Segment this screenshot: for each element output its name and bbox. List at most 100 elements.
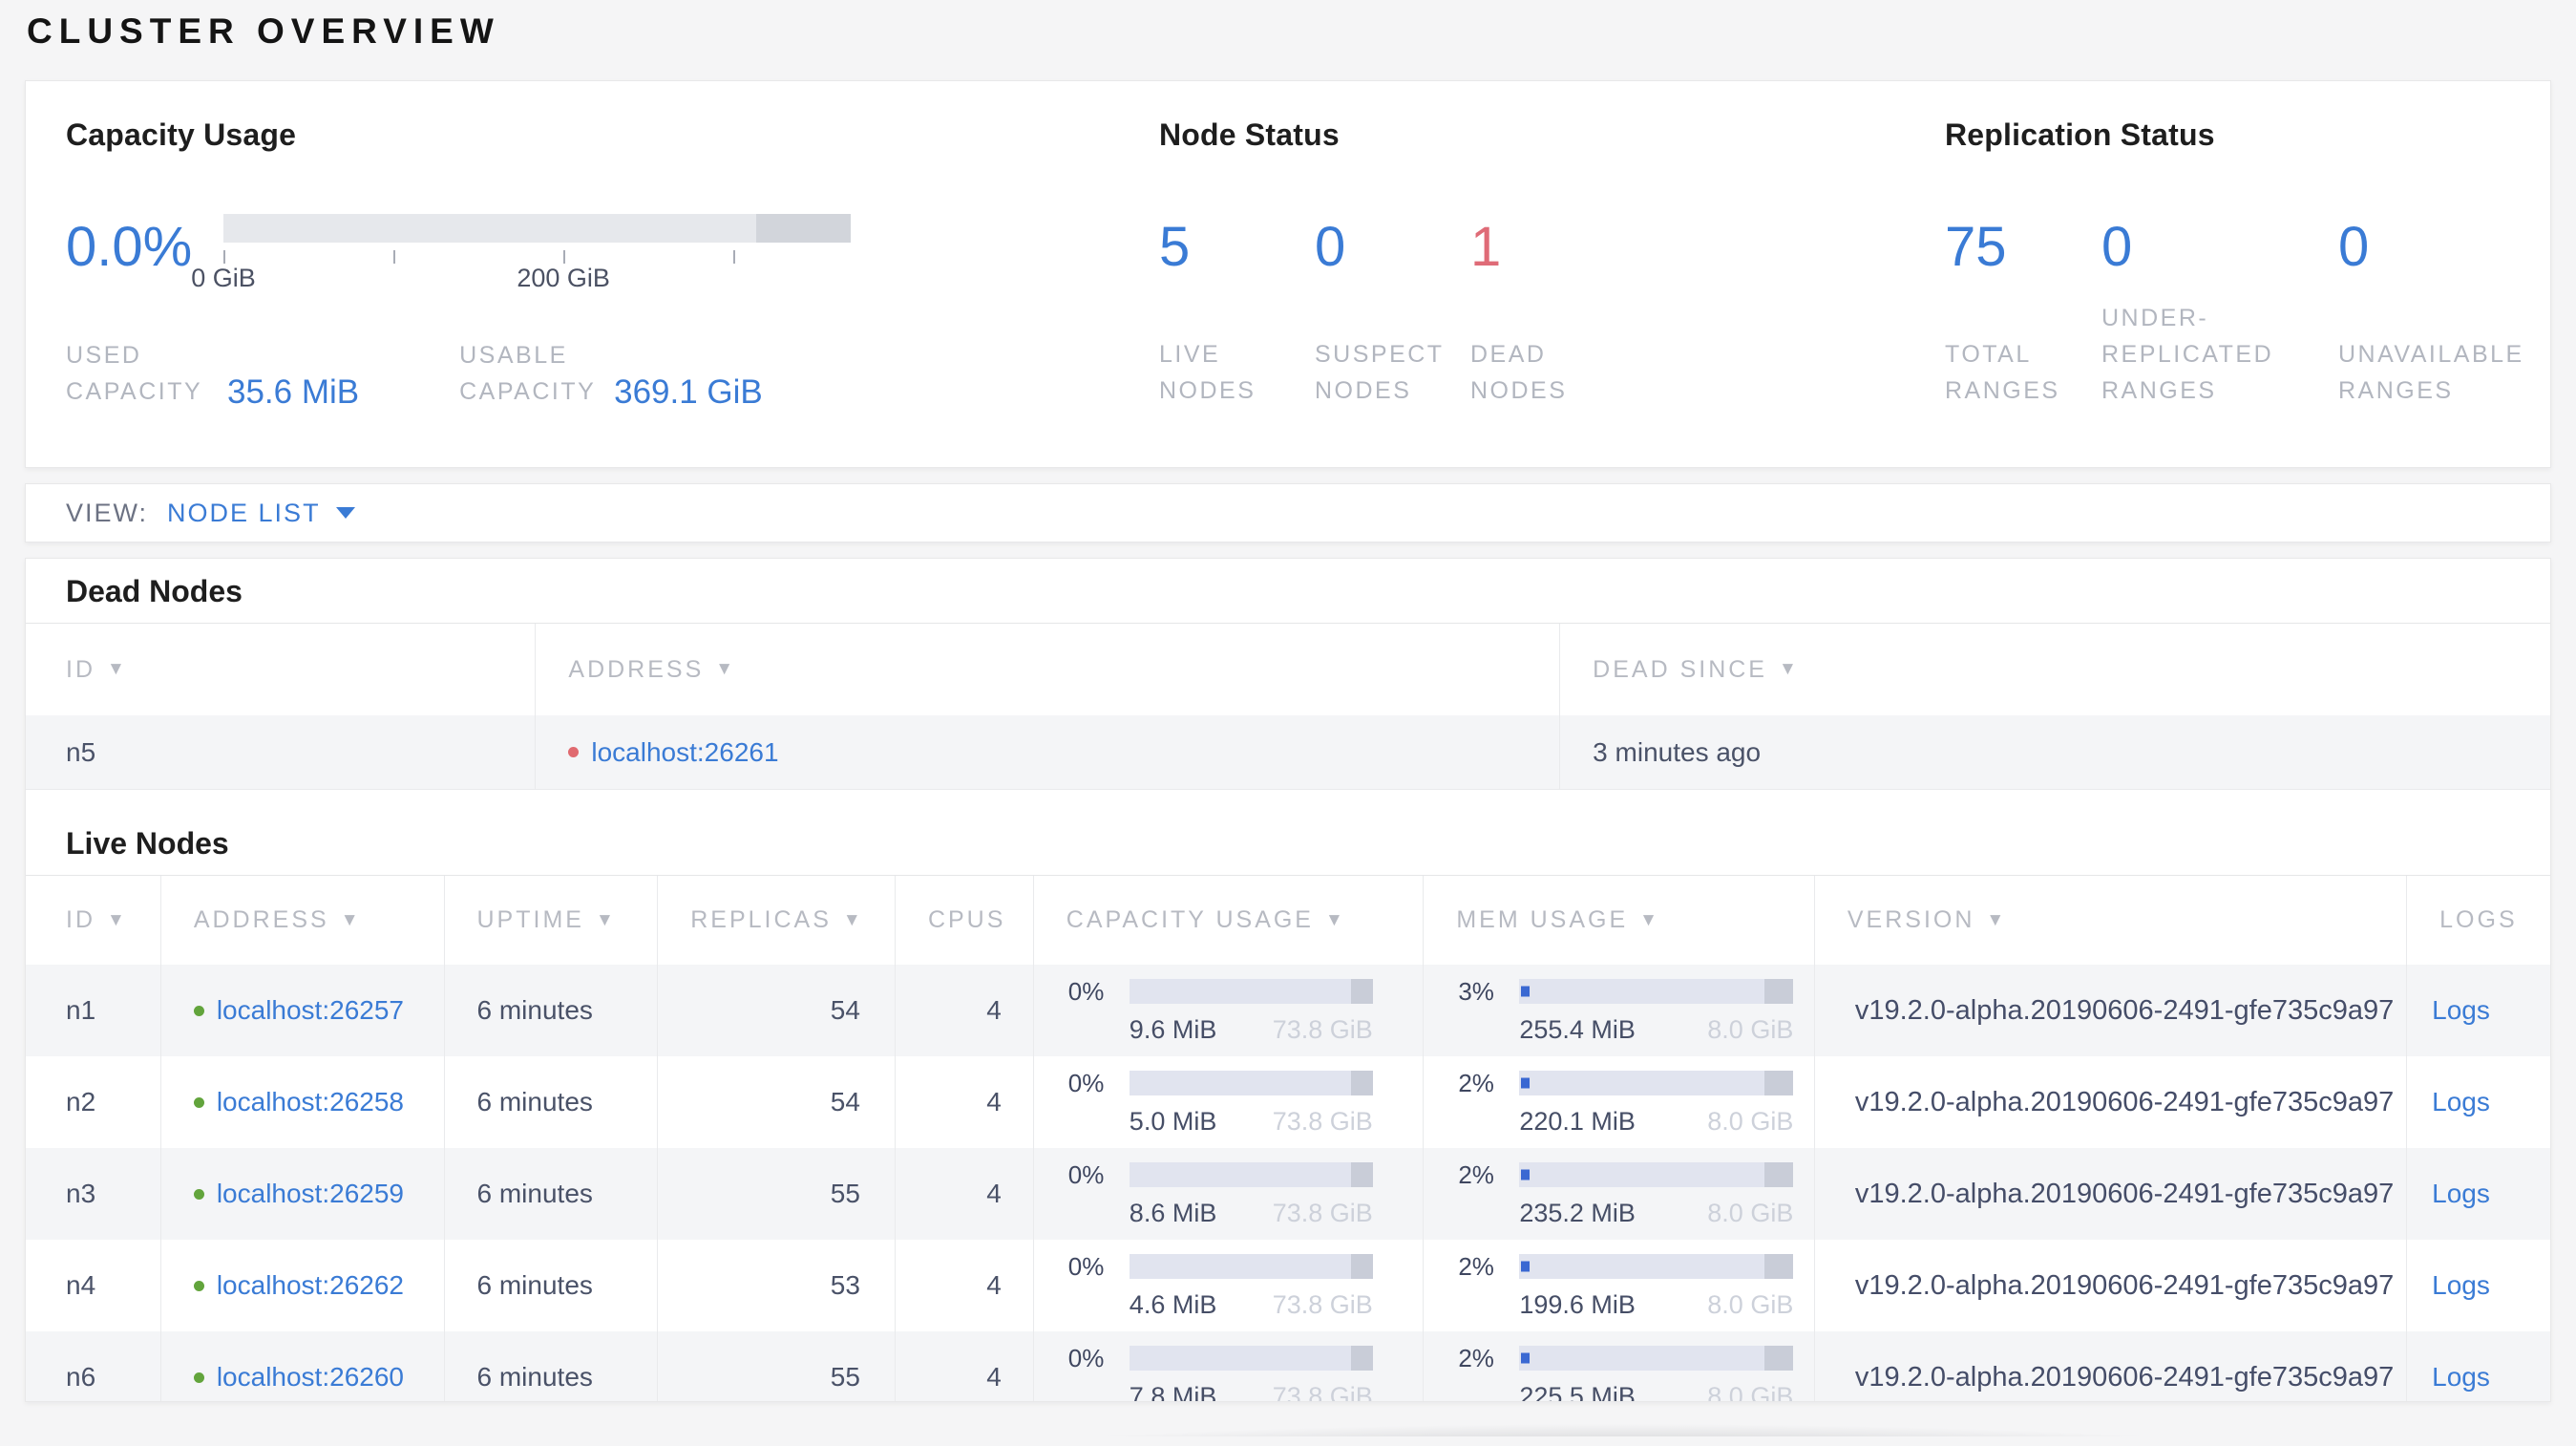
sort-icon: ▼ xyxy=(1778,659,1800,679)
node-version: v19.2.0-alpha.20190606-2491-gfe735c9a97 xyxy=(1814,1056,2408,1148)
mem-used-value: 225.5 MiB xyxy=(1519,1381,1636,1402)
mem-total-value: 8.0 GiB xyxy=(1707,1289,1794,1319)
node-mem-usage-cell: 2% 199.6 MiB 8.0 GiB xyxy=(1424,1240,1815,1331)
suspect-nodes-metric: 0 SUSPECT NODES xyxy=(1315,214,1470,409)
mem-usage-bar xyxy=(1519,979,1794,1004)
live-col-header-id[interactable]: ID ▼ xyxy=(26,876,161,965)
capacity-usage-bar xyxy=(1129,1254,1373,1279)
dead-nodes-metric: 1 DEAD NODES xyxy=(1470,214,1626,409)
dead-nodes-count: 1 xyxy=(1470,216,1502,278)
mem-usage-bar xyxy=(1519,1071,1794,1095)
suspect-nodes-count: 0 xyxy=(1315,216,1346,278)
dead-col-header-address[interactable]: ADDRESS ▼ xyxy=(536,624,1561,715)
capacity-axis-ticks xyxy=(223,243,851,264)
node-address-cell: localhost:26259 xyxy=(160,1148,445,1240)
node-version: v19.2.0-alpha.20190606-2491-gfe735c9a97 xyxy=(1814,1331,2408,1401)
node-replicas: 54 xyxy=(658,1056,896,1148)
node-uptime: 6 minutes xyxy=(444,1056,659,1148)
dead-node-row: n5 localhost:26261 3 minutes ago xyxy=(26,715,2550,790)
sort-icon: ▼ xyxy=(715,659,737,679)
sort-icon: ▼ xyxy=(107,909,128,930)
logs-link[interactable]: Logs xyxy=(2432,1087,2490,1117)
live-node-row: n6 localhost:26260 6 minutes 55 4 0% 7.8… xyxy=(26,1331,2550,1402)
node-address-link[interactable]: localhost:26259 xyxy=(217,1179,404,1209)
live-col-header-uptime[interactable]: UPTIME ▼ xyxy=(445,876,659,965)
capacity-tick-label-200: 200 GiB xyxy=(517,264,610,292)
node-status-section: Node Status 5 LIVE NODES 0 SUSPECT NODES… xyxy=(1159,117,1945,467)
live-nodes-label: LIVE NODES xyxy=(1159,341,1256,404)
node-address-cell: localhost:26260 xyxy=(160,1331,445,1401)
node-cpus: 4 xyxy=(895,1148,1034,1240)
live-col-header-version[interactable]: VERSION ▼ xyxy=(1815,876,2408,965)
capacity-total-value: 73.8 GiB xyxy=(1272,1381,1373,1402)
sort-icon: ▼ xyxy=(842,909,864,930)
capacity-used-value: 8.6 MiB xyxy=(1129,1198,1217,1227)
total-ranges-count: 75 xyxy=(1945,216,2007,278)
live-col-header-mem-usage[interactable]: MEM USAGE ▼ xyxy=(1424,876,1815,965)
capacity-bar: 0 GiB 200 GiB xyxy=(191,214,851,292)
unavailable-ranges-count: 0 xyxy=(2338,216,2370,278)
capacity-tick-label-0: 0 GiB xyxy=(191,264,256,292)
view-bar: VIEW: NODE LIST xyxy=(25,483,2551,542)
node-address-link[interactable]: localhost:26262 xyxy=(217,1270,404,1301)
node-logs-cell: Logs xyxy=(2407,1240,2550,1331)
dead-node-address-link[interactable]: localhost:26261 xyxy=(591,737,778,768)
live-nodes-table-header: ID ▼ ADDRESS ▼ UPTIME ▼ REPLICAS ▼ CPUS CAPA… xyxy=(26,875,2550,965)
node-uptime: 6 minutes xyxy=(444,1148,659,1240)
live-node-dot-icon xyxy=(193,1280,204,1291)
node-id: n2 xyxy=(26,1056,161,1148)
node-cpus: 4 xyxy=(895,1240,1034,1331)
node-id: n6 xyxy=(26,1331,161,1401)
total-ranges-label: TOTAL RANGES xyxy=(1945,341,2060,404)
mem-pct: 3% xyxy=(1458,976,1494,1006)
node-address-link[interactable]: localhost:26257 xyxy=(217,995,404,1026)
live-node-dot-icon xyxy=(193,1096,204,1108)
node-capacity-usage-cell: 0% 7.8 MiB 73.8 GiB xyxy=(1033,1331,1425,1402)
dead-nodes-table-header: ID ▼ ADDRESS ▼ DEAD SINCE ▼ xyxy=(26,623,2550,715)
live-nodes-count: 5 xyxy=(1159,216,1191,278)
logs-link[interactable]: Logs xyxy=(2432,1362,2490,1393)
suspect-nodes-label: SUSPECT NODES xyxy=(1315,341,1445,404)
cluster-summary-card: Capacity Usage 0.0% 0 GiB 200 GiB USED C… xyxy=(25,80,2551,468)
mem-pct: 2% xyxy=(1458,1159,1494,1189)
logs-link[interactable]: Logs xyxy=(2432,1179,2490,1209)
logs-link[interactable]: Logs xyxy=(2432,995,2490,1026)
live-col-header-address[interactable]: ADDRESS ▼ xyxy=(161,876,445,965)
capacity-pct: 0% xyxy=(1067,1068,1105,1097)
node-address-link[interactable]: localhost:26258 xyxy=(217,1087,404,1117)
live-node-row: n2 localhost:26258 6 minutes 54 4 0% 5.0… xyxy=(26,1056,2550,1148)
used-capacity-label: USED CAPACITY xyxy=(66,342,203,405)
capacity-used-value: 5.0 MiB xyxy=(1129,1106,1217,1136)
dead-col-header-id[interactable]: ID ▼ xyxy=(26,624,537,715)
live-node-dot-icon xyxy=(193,1005,204,1016)
live-nodes-table-title: Live Nodes xyxy=(66,826,229,861)
usable-capacity-label: USABLE CAPACITY xyxy=(459,342,597,405)
sort-icon: ▼ xyxy=(1986,909,2008,930)
under-replicated-ranges-count: 0 xyxy=(2101,216,2133,278)
dead-col-header-dead-since[interactable]: DEAD SINCE ▼ xyxy=(1560,624,2550,715)
capacity-total-value: 73.8 GiB xyxy=(1272,1289,1373,1319)
mem-total-value: 8.0 GiB xyxy=(1707,1014,1794,1044)
node-id: n1 xyxy=(26,965,161,1056)
node-mem-usage-cell: 2% 225.5 MiB 8.0 GiB xyxy=(1424,1331,1815,1402)
live-node-dot-icon xyxy=(193,1188,204,1200)
sort-icon: ▼ xyxy=(107,659,128,679)
usable-capacity-stat: USABLE CAPACITY 369.1 GiB xyxy=(459,338,763,411)
capacity-usage-bar xyxy=(1129,1162,1373,1187)
capacity-usage-bar xyxy=(1129,1071,1373,1095)
view-selector-dropdown[interactable]: NODE LIST xyxy=(167,499,355,528)
sort-icon: ▼ xyxy=(1324,909,1346,930)
capacity-pct: 0% xyxy=(1067,1159,1105,1189)
node-address-link[interactable]: localhost:26260 xyxy=(217,1362,404,1393)
logs-link[interactable]: Logs xyxy=(2432,1270,2490,1301)
dead-node-dead-since: 3 minutes ago xyxy=(1560,715,2550,790)
node-capacity-usage-cell: 0% 5.0 MiB 73.8 GiB xyxy=(1033,1056,1425,1148)
usable-capacity-value: 369.1 GiB xyxy=(614,373,763,411)
capacity-usage-section: Capacity Usage 0.0% 0 GiB 200 GiB USED C… xyxy=(66,117,1159,467)
live-node-row: n4 localhost:26262 6 minutes 53 4 0% 4.6… xyxy=(26,1240,2550,1331)
mem-pct: 2% xyxy=(1458,1068,1494,1097)
node-status-title: Node Status xyxy=(1159,117,1340,152)
live-node-row: n1 localhost:26257 6 minutes 54 4 0% 9.6… xyxy=(26,965,2550,1056)
live-col-header-replicas[interactable]: REPLICAS ▼ xyxy=(658,876,896,965)
live-col-header-capacity-usage[interactable]: CAPACITY USAGE ▼ xyxy=(1034,876,1425,965)
